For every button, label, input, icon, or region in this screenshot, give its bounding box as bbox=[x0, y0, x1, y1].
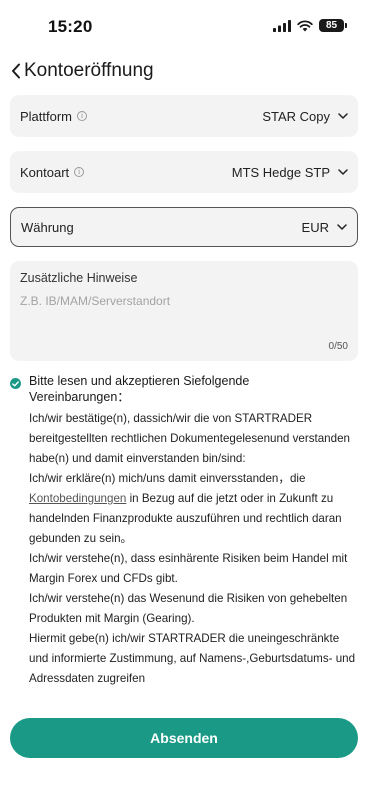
agreement-title: Bitte lesen und akzeptieren Siefolgende … bbox=[29, 374, 250, 404]
cellular-signal-icon bbox=[273, 19, 291, 32]
plattform-select[interactable]: Plattform i STAR Copy bbox=[10, 95, 358, 137]
agreement-paragraph: Ich/wir verstehe(n) das Wesenund die Ris… bbox=[29, 592, 348, 625]
plattform-label-group: Plattform i bbox=[20, 108, 88, 124]
kontoart-row[interactable]: Kontoart i MTS Hedge STP bbox=[10, 151, 358, 193]
chevron-left-icon bbox=[12, 63, 20, 79]
kontoart-select[interactable]: Kontoart i MTS Hedge STP bbox=[10, 151, 358, 193]
agreement-text: Ich/wir erkläre(n) mich/uns damit einver… bbox=[29, 472, 306, 485]
wifi-icon bbox=[297, 19, 313, 31]
header: Kontoeröffnung bbox=[0, 56, 368, 86]
notes-field[interactable]: Zusätzliche Hinweise 0/50 bbox=[10, 261, 358, 361]
notes-label: Zusätzliche Hinweise bbox=[20, 271, 138, 285]
plattform-label: Plattform bbox=[20, 108, 73, 124]
waehrung-value: EUR bbox=[301, 219, 329, 235]
agreement-paragraph: Ich/wir verstehe(n), dass esinhärente Ri… bbox=[29, 552, 348, 585]
waehrung-select[interactable]: Währung EUR bbox=[10, 207, 358, 247]
waehrung-row[interactable]: Währung EUR bbox=[11, 208, 357, 246]
waehrung-value-group: EUR bbox=[302, 220, 347, 235]
notes-input[interactable] bbox=[20, 294, 348, 308]
notes-char-counter: 0/50 bbox=[328, 341, 348, 352]
plattform-value-group: STAR Copy bbox=[262, 109, 348, 124]
chevron-down-icon bbox=[337, 224, 347, 230]
page-title: Kontoeröffnung bbox=[24, 60, 154, 81]
kontoart-label-group: Kontoart i bbox=[20, 164, 85, 180]
status-icons: 85 bbox=[273, 19, 347, 32]
chevron-down-icon bbox=[338, 169, 348, 175]
plattform-row[interactable]: Plattform i STAR Copy bbox=[10, 95, 358, 137]
kontoart-value-group: MTS Hedge STP bbox=[232, 165, 348, 180]
submit-button[interactable]: Absenden bbox=[10, 718, 358, 758]
kontoart-value: MTS Hedge STP bbox=[231, 164, 330, 180]
waehrung-label-group: Währung bbox=[21, 220, 74, 235]
agreement-checkbox[interactable] bbox=[10, 378, 21, 389]
status-time: 15:20 bbox=[48, 17, 93, 36]
waehrung-label: Währung bbox=[21, 219, 74, 235]
agreement-paragraph: Ich/wir erkläre(n) mich/uns damit einver… bbox=[29, 469, 359, 549]
agreement-body: Ich/wir bestätige(n), dassich/wir die vo… bbox=[29, 409, 359, 689]
plattform-value: STAR Copy bbox=[262, 108, 330, 124]
agreement-paragraph: Hiermit gebe(n) ich/wir STARTRADER die u… bbox=[29, 632, 356, 685]
checkmark-icon bbox=[12, 380, 19, 386]
chevron-down-icon bbox=[338, 113, 348, 119]
kontobedingungen-link[interactable]: Kontobedingungen bbox=[29, 492, 126, 505]
battery-level: 85 bbox=[325, 20, 338, 31]
battery-icon: 85 bbox=[319, 19, 347, 32]
status-bar: 15:20 85 bbox=[0, 0, 368, 52]
agreement-paragraph: Ich/wir bestätige(n), dassich/wir die vo… bbox=[29, 412, 350, 465]
back-button[interactable] bbox=[6, 58, 26, 84]
kontoart-label: Kontoart bbox=[20, 164, 70, 180]
info-icon[interactable]: i bbox=[74, 167, 85, 177]
info-icon[interactable]: i bbox=[77, 111, 88, 121]
